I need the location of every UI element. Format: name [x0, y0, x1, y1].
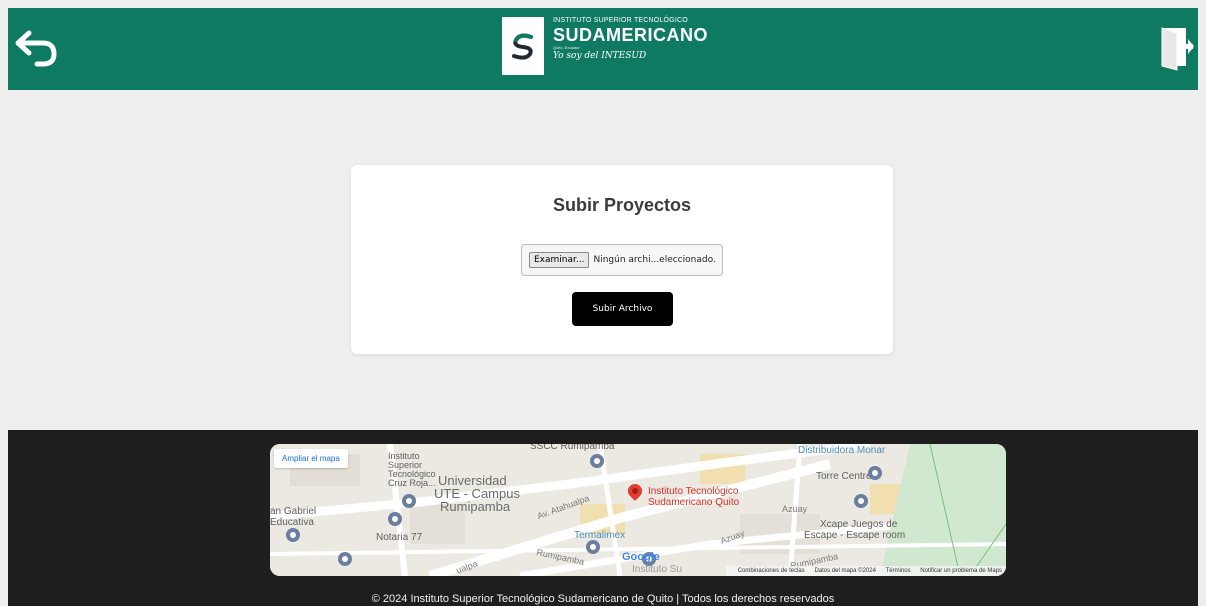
report-problem-link[interactable]: Notificar un problema de Maps — [920, 568, 1002, 574]
map-poi-icon — [338, 552, 352, 566]
keyboard-shortcuts-link[interactable]: Combinaciones de teclas — [738, 568, 805, 574]
map-label-azuay-1: Azuay — [782, 504, 808, 514]
footer: Ampliar el mapa SSCC Rumipamba Distribui… — [8, 430, 1198, 606]
map-poi-icon — [586, 540, 600, 554]
brand-top-line: INSTITUTO SUPERIOR TECNOLÓGICO — [553, 17, 688, 24]
intesud-s-logo-icon — [512, 33, 533, 60]
map-poi-icon — [590, 454, 604, 468]
google-logo: Google — [622, 551, 660, 563]
upload-title: Subir Proyectos — [552, 195, 692, 215]
browse-button[interactable]: Examinar... — [529, 252, 590, 268]
map-attribution: Combinaciones de teclas Datos del mapa ©… — [725, 566, 1006, 576]
map-label-universidad-3: Rumipamba — [440, 499, 511, 514]
file-status-text: Ningún archi...eleccionado. — [593, 255, 716, 265]
map-label-torre: Torre Centre — [816, 471, 872, 482]
map-label-notaria: Notaria 77 — [376, 532, 423, 543]
map-label-sscc: SSCC Rumipamba — [530, 444, 615, 452]
map-poi-icon — [868, 466, 882, 480]
map-poi-icon — [286, 528, 300, 542]
top-header-bar: INSTITUTO SUPERIOR TECNOLÓGICO SUDAMERIC… — [8, 8, 1198, 90]
map-poi-icon — [854, 494, 868, 508]
brand-name: SUDAMERICANO — [553, 25, 709, 45]
logout-button[interactable] — [1158, 22, 1194, 72]
terms-link[interactable]: Términos — [886, 568, 911, 574]
map-label-instituto-cruz: Instituto Superior Tecnológico Cruz Roja… — [388, 451, 436, 488]
map-label-xcape-2: Escape - Escape room — [804, 530, 906, 541]
expand-map-link[interactable]: Ampliar el mapa — [274, 449, 348, 468]
embedded-map[interactable]: Ampliar el mapa SSCC Rumipamba Distribui… — [270, 444, 1006, 576]
google-logo-text: Google — [622, 551, 660, 563]
map-poi-icon — [402, 494, 416, 508]
copyright-text: © 2024 Instituto Superior Tecnológico Su… — [371, 593, 835, 605]
map-label-gabriel-1: an Gabriel — [270, 506, 317, 517]
brand-text: INSTITUTO SUPERIOR TECNOLÓGICO SUDAMERIC… — [553, 16, 708, 62]
logout-door-icon — [1161, 27, 1194, 71]
brand-location: Quito, Ecuador — [553, 45, 580, 50]
map-label-main-1: Instituto Tecnológico — [648, 486, 739, 497]
back-arrow-icon — [15, 30, 57, 67]
map-label-main-2: Sudamericano Quito — [648, 497, 740, 508]
map-data-text: Datos del mapa ©2024 — [814, 568, 876, 574]
map-label-gabriel-2: Educativa — [270, 517, 314, 528]
map-label-xcape-1: Xcape Juegos de — [820, 519, 898, 530]
upload-file-button[interactable]: Subir Archivo — [572, 292, 673, 326]
map-label-instituto-short: Instituto Su — [632, 564, 683, 575]
brand-slogan: Yo soy del INTESUD — [553, 51, 647, 61]
file-input[interactable]: Examinar... Ningún archi...eleccionado. — [521, 244, 723, 276]
map-poi-icon — [388, 512, 402, 526]
map-label-distribuidora: Distribuidora Monar — [798, 445, 886, 456]
map-label-termalimex: Termalimex — [574, 530, 626, 541]
upload-card: Subir Proyectos Examinar... Ningún archi… — [351, 165, 893, 354]
institute-logo — [502, 17, 544, 75]
back-button[interactable] — [10, 26, 60, 72]
